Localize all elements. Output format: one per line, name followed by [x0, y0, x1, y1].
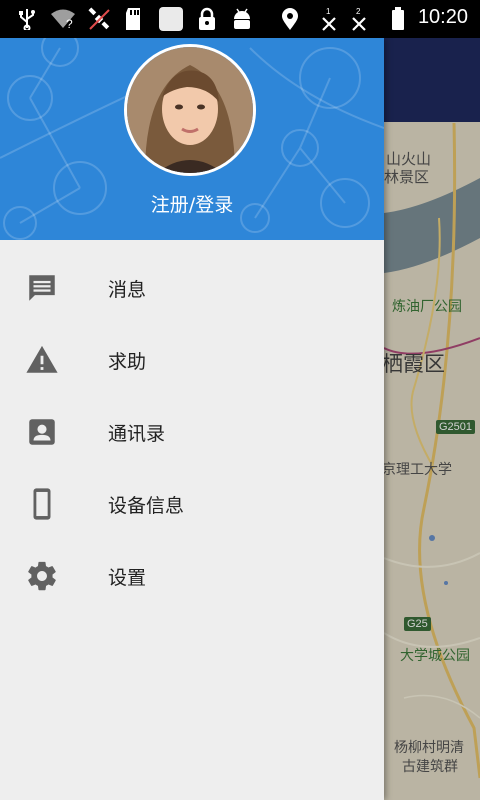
- drawer-header: 注册/登录: [0, 38, 384, 240]
- notification-icon: [158, 7, 184, 31]
- wifi-unknown-icon: ?: [50, 7, 76, 31]
- menu-item-help[interactable]: 求助: [0, 324, 384, 396]
- svg-text:1: 1: [326, 7, 331, 16]
- android-icon: [229, 7, 255, 31]
- menu-item-contacts[interactable]: 通讯录: [0, 396, 384, 468]
- satellite-icon: [86, 7, 112, 31]
- svg-text:2: 2: [356, 7, 361, 16]
- menu-item-label: 消息: [108, 278, 147, 301]
- menu-item-device-info[interactable]: 设备信息: [0, 468, 384, 540]
- status-bar: ? 1 2 10:20: [0, 0, 480, 38]
- warning-icon: [24, 342, 60, 378]
- usb-icon: [14, 7, 40, 31]
- menu-item-label: 通讯录: [108, 422, 166, 445]
- lock-icon: [194, 7, 220, 31]
- missed-call-2-icon: 2: [346, 7, 372, 31]
- message-icon: [24, 270, 60, 306]
- missed-call-1-icon: 1: [316, 7, 342, 31]
- menu-item-label: 求助: [108, 350, 147, 373]
- contacts-icon: [24, 414, 60, 450]
- location-icon: [277, 7, 303, 31]
- clock: 10:20: [417, 6, 468, 28]
- device-icon: [24, 486, 60, 522]
- svg-text:?: ?: [66, 17, 73, 30]
- login-link[interactable]: 注册/登录: [0, 190, 384, 217]
- settings-icon: [24, 558, 60, 594]
- drawer-scrim[interactable]: [384, 38, 480, 800]
- navigation-drawer: 注册/登录 消息 求助 通讯录 设备信息 设置: [0, 38, 384, 800]
- menu-item-settings[interactable]: 设置: [0, 540, 384, 612]
- menu-item-label: 设备信息: [108, 494, 185, 517]
- sd-card-icon: [120, 7, 146, 31]
- battery-icon: [385, 7, 411, 31]
- menu-item-messages[interactable]: 消息: [0, 252, 384, 324]
- avatar[interactable]: [124, 44, 256, 176]
- menu-item-label: 设置: [108, 566, 147, 589]
